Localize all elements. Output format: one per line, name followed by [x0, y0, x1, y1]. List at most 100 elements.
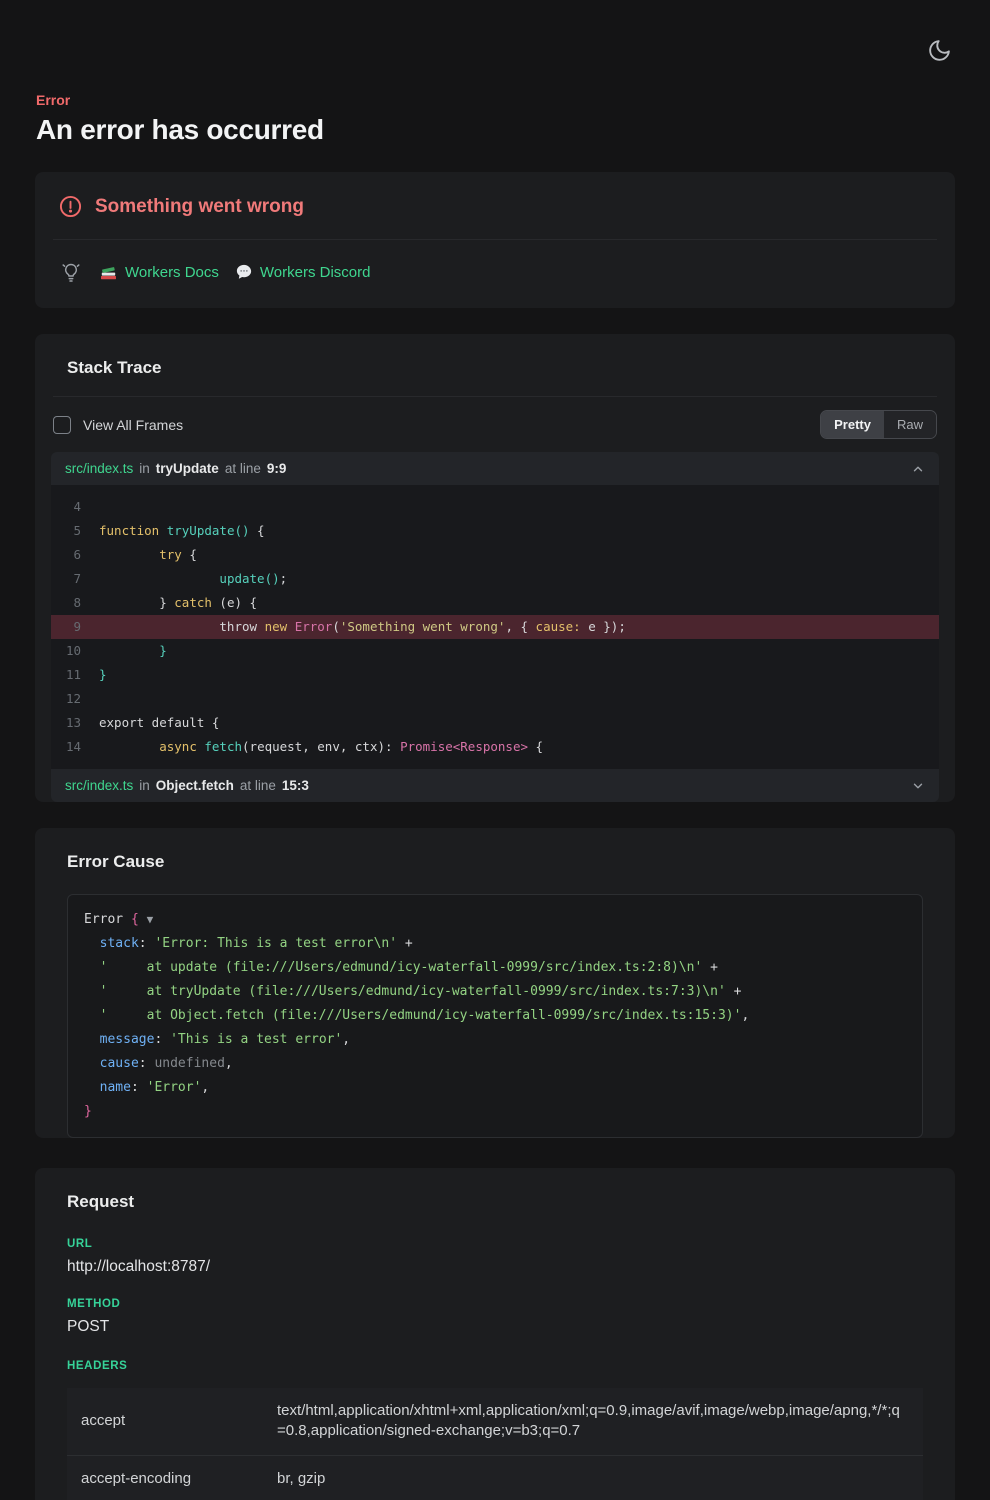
error-cause-title: Error Cause: [35, 828, 955, 890]
page-title: An error has occurred: [36, 114, 954, 146]
code-text: export default {: [99, 711, 219, 735]
lightbulb-icon: [59, 259, 83, 285]
error-eyebrow: Error: [36, 92, 954, 108]
header-name: accept: [81, 1411, 277, 1431]
line-number: 11: [51, 663, 99, 687]
request-url-field: URL http://localhost:8787/: [35, 1238, 955, 1276]
line-number: 12: [51, 687, 99, 711]
line-number: 14: [51, 735, 99, 759]
workers-docs-link[interactable]: Workers Docs: [99, 263, 219, 282]
error-cause-line: }: [84, 1100, 906, 1124]
raw-button[interactable]: Raw: [884, 411, 936, 438]
frame-method: Object.fetch: [156, 778, 234, 793]
line-number: 13: [51, 711, 99, 735]
workers-discord-label: Workers Discord: [260, 264, 371, 281]
line-number: 6: [51, 543, 99, 567]
code-listing: 45function tryUpdate() {6 try {7 update(…: [51, 485, 939, 769]
code-text: async fetch(request, env, ctx): Promise<…: [99, 735, 543, 759]
code-line: 8 } catch (e) {: [51, 591, 939, 615]
error-cause-line: ' at update (file:///Users/edmund/icy-wa…: [84, 956, 906, 980]
line-number: 9: [51, 615, 99, 639]
line-number: 10: [51, 639, 99, 663]
workers-docs-label: Workers Docs: [125, 264, 219, 281]
code-line: 4: [51, 495, 939, 519]
frame-file: src/index.ts: [65, 778, 133, 793]
error-cause-code: Error { ▼ stack: 'Error: This is a test …: [67, 894, 923, 1138]
error-cause-line: ' at tryUpdate (file:///Users/edmund/icy…: [84, 980, 906, 1004]
header-row: accept-encodingbr, gzip: [67, 1456, 923, 1500]
books-icon: [99, 263, 118, 282]
request-method-field: METHOD POST: [35, 1298, 955, 1336]
line-number: 4: [51, 495, 99, 519]
error-overview-card: Something went wrong: [35, 172, 955, 308]
stack-trace-title: Stack Trace: [35, 334, 955, 396]
frame-in-label: in: [139, 778, 150, 793]
frame-in-label: in: [139, 461, 150, 476]
frame-list: src/index.ts in tryUpdate at line 9:9 45…: [51, 452, 939, 802]
headers-table: accepttext/html,application/xhtml+xml,ap…: [67, 1388, 923, 1500]
line-number: 8: [51, 591, 99, 615]
frame-at-label: at line: [225, 461, 261, 476]
error-cause-line: ' at Object.fetch (file:///Users/edmund/…: [84, 1004, 906, 1028]
error-cause-line: Error { ▼: [84, 908, 906, 932]
speech-balloon-icon: [235, 263, 253, 281]
chevron-down-icon: [911, 779, 925, 793]
code-line: 10 }: [51, 639, 939, 663]
code-text: try {: [99, 543, 197, 567]
code-text: }: [99, 663, 107, 687]
url-label: URL: [67, 1238, 923, 1250]
alert-circle-icon: [59, 195, 82, 218]
code-text: throw new Error('Something went wrong', …: [99, 615, 626, 639]
headers-label: HEADERS: [67, 1360, 923, 1372]
code-line: 11}: [51, 663, 939, 687]
error-page: Error An error has occurred Something we…: [0, 0, 990, 1500]
view-all-frames-checkbox[interactable]: [53, 416, 71, 434]
code-line: 13export default {: [51, 711, 939, 735]
code-text: } catch (e) {: [99, 591, 257, 615]
code-text: function tryUpdate() {: [99, 519, 265, 543]
error-cause-line: message: 'This is a test error',: [84, 1028, 906, 1052]
code-line: 7 update();: [51, 567, 939, 591]
method-value: POST: [67, 1318, 923, 1336]
stack-frame-header-tryupdate[interactable]: src/index.ts in tryUpdate at line 9:9: [51, 452, 939, 485]
frame-line: 9:9: [267, 461, 287, 476]
method-label: METHOD: [67, 1298, 923, 1310]
code-line: 5function tryUpdate() {: [51, 519, 939, 543]
view-all-frames-toggle[interactable]: View All Frames: [53, 416, 183, 434]
theme-toggle-button[interactable]: [923, 34, 956, 67]
error-cause-line: stack: 'Error: This is a test error\n' +: [84, 932, 906, 956]
code-text: update();: [99, 567, 287, 591]
code-line: 12: [51, 687, 939, 711]
view-all-frames-label: View All Frames: [83, 417, 183, 433]
masthead: Error An error has occurred: [0, 0, 990, 146]
request-title: Request: [35, 1168, 955, 1216]
pretty-button[interactable]: Pretty: [821, 411, 884, 438]
workers-discord-link[interactable]: Workers Discord: [235, 263, 371, 281]
moon-icon: [927, 38, 952, 63]
header-value: br, gzip: [277, 1469, 905, 1489]
stack-frame-header-objectfetch[interactable]: src/index.ts in Object.fetch at line 15:…: [51, 769, 939, 802]
line-number: 5: [51, 519, 99, 543]
view-mode-switch: Pretty Raw: [820, 410, 937, 439]
code-text: }: [99, 639, 167, 663]
error-cause-line: name: 'Error',: [84, 1076, 906, 1100]
header-name: accept-encoding: [81, 1469, 277, 1489]
header-value: text/html,application/xhtml+xml,applicat…: [277, 1401, 905, 1442]
frame-line: 15:3: [282, 778, 309, 793]
frame-method: tryUpdate: [156, 461, 219, 476]
error-cause-card: Error Cause Error { ▼ stack: 'Error: Thi…: [35, 828, 955, 1138]
error-cause-line: cause: undefined,: [84, 1052, 906, 1076]
header-row: accepttext/html,application/xhtml+xml,ap…: [67, 1388, 923, 1456]
error-message: Something went wrong: [95, 196, 304, 218]
code-line: 14 async fetch(request, env, ctx): Promi…: [51, 735, 939, 759]
code-line-highlighted: 9 throw new Error('Something went wrong'…: [51, 615, 939, 639]
line-number: 7: [51, 567, 99, 591]
frame-at-label: at line: [240, 778, 276, 793]
request-card: Request URL http://localhost:8787/ METHO…: [35, 1168, 955, 1500]
frame-file: src/index.ts: [65, 461, 133, 476]
request-headers-field: HEADERS: [35, 1360, 955, 1372]
code-line: 6 try {: [51, 543, 939, 567]
url-value: http://localhost:8787/: [67, 1258, 923, 1276]
stack-trace-card: Stack Trace View All Frames Pretty Raw s…: [35, 334, 955, 802]
chevron-up-icon: [911, 462, 925, 476]
